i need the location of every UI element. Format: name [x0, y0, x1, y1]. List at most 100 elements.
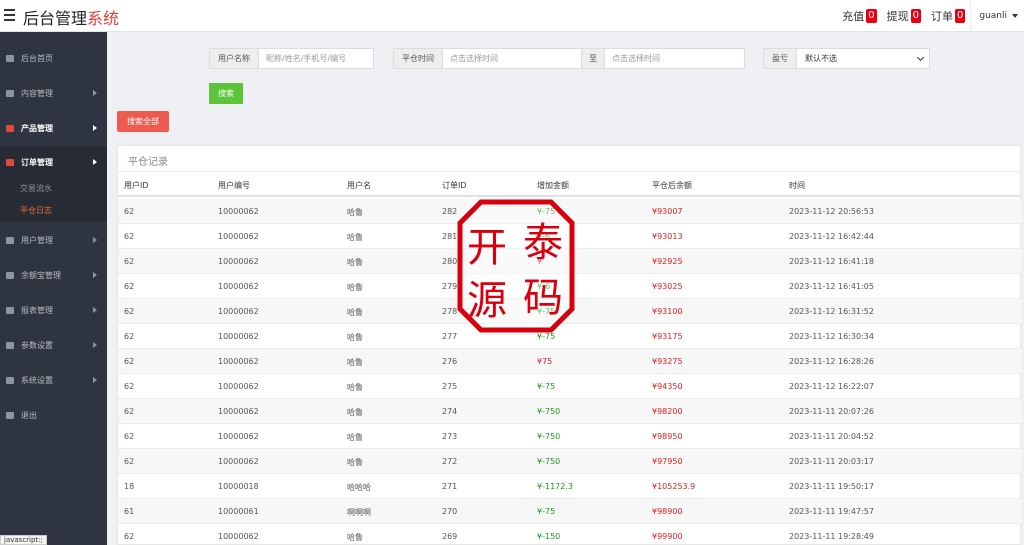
cell-user-id: 62: [124, 282, 135, 291]
sidebar-item-label: 参数设置: [21, 340, 53, 350]
cell-user-number: 10000062: [218, 332, 259, 341]
cell-balance: ¥98200: [652, 407, 683, 416]
sidebar-item-label: 系统设置: [21, 375, 53, 385]
table-row[interactable]: 62 10000062 哈鲁 274 ¥-750 ¥98200 2023-11-11 20:…: [118, 399, 1022, 424]
table-row[interactable]: 18 10000018 哈哈哈 271 ¥-1172.3 ¥105253.9 2023-11…: [118, 474, 1022, 499]
cell-username: 哈鲁: [347, 358, 363, 367]
sidebar-item-params[interactable]: 参数设置: [0, 329, 107, 361]
pnl-filter-group: 盈亏 默认不选: [763, 48, 930, 69]
cell-time: 2023-11-11 19:50:17: [789, 482, 874, 491]
chevron-right-icon: [93, 377, 97, 383]
cell-balance: ¥98950: [652, 432, 683, 441]
cell-user-id: 62: [124, 257, 135, 266]
panel-title: 平仓记录: [128, 157, 168, 168]
hamburger-menu-icon[interactable]: [4, 9, 15, 21]
cell-balance: ¥94350: [652, 382, 683, 391]
table-row[interactable]: 62 10000062 哈鲁 276 ¥75 ¥93275 2023-11-12 16:28…: [118, 349, 1022, 374]
cell-time: 2023-11-11 20:03:17: [789, 457, 874, 466]
column-header-username: 用户名: [347, 181, 371, 190]
cell-username: 啊啊啊: [347, 508, 371, 517]
cell-balance: ¥93275: [652, 357, 683, 366]
pnl-selected-value: 默认不选: [805, 54, 837, 63]
top-header: 后台管理系统 充值 0 提现 0 订单 0 guanli: [0, 0, 1024, 32]
cell-order-id: 281: [442, 232, 458, 241]
cell-user-number: 10000062: [218, 282, 259, 291]
cell-balance: ¥93100: [652, 307, 683, 316]
cell-amount: ¥-75: [537, 507, 556, 516]
search-button[interactable]: 搜索: [209, 83, 243, 104]
cell-time: 2023-11-12 16:42:44: [789, 232, 874, 241]
cell-balance: ¥93175: [652, 332, 683, 341]
table-row[interactable]: 62 10000062 哈鲁 273 ¥-750 ¥98950 2023-11-11 20:…: [118, 424, 1022, 449]
sidebar-item-label: 用户管理: [21, 235, 53, 245]
cell-order-id: 269: [442, 532, 458, 541]
bitcoin-icon: [6, 124, 14, 132]
cell-time: 2023-11-11 20:04:52: [789, 432, 874, 441]
pnl-select[interactable]: 默认不选: [797, 49, 929, 68]
table-row[interactable]: 62 10000062 哈鲁 269 ¥-150 ¥99900 2023-11-11 19:…: [118, 524, 1022, 545]
cell-balance: ¥93025: [652, 282, 683, 291]
user-search-input[interactable]: [259, 49, 371, 68]
recharge-label: 充值: [842, 10, 865, 23]
cell-time: 2023-11-12 16:31:52: [789, 307, 874, 316]
sidebar-item-reports[interactable]: 报表管理: [0, 294, 107, 326]
sidebar-item-wallet[interactable]: 余额宝管理: [0, 259, 107, 291]
cell-user-number: 10000018: [218, 482, 259, 491]
cell-user-id: 62: [124, 407, 135, 416]
submenu-item-close-log[interactable]: 平仓日志: [20, 205, 52, 216]
cell-user-number: 10000062: [218, 382, 259, 391]
cell-order-id: 280: [442, 257, 458, 266]
sidebar: 后台首页 内容管理 产品管理 订单管理 交易流水 平仓日志 用户管理 余额宝管理…: [0, 32, 107, 545]
sidebar-item-products[interactable]: 产品管理: [0, 112, 107, 144]
cell-amount: ¥-75: [537, 382, 556, 391]
user-filter-group: 用户名称: [209, 48, 374, 69]
cell-username: 哈鲁: [347, 433, 363, 442]
cell-username: 哈哈哈: [347, 483, 371, 492]
sidebar-item-dashboard[interactable]: 后台首页: [0, 42, 107, 74]
withdraw-count-badge: 0: [910, 9, 921, 23]
order-link[interactable]: 订单 0: [926, 8, 970, 24]
cell-user-id: 62: [124, 307, 135, 316]
time-end-input[interactable]: [605, 49, 735, 68]
cell-user-number: 10000062: [218, 457, 259, 466]
sidebar-item-system[interactable]: 系统设置: [0, 364, 107, 396]
params-icon: [6, 341, 14, 349]
cell-time: 2023-11-12 16:30:34: [789, 332, 874, 341]
cell-username: 哈鲁: [347, 408, 363, 417]
time-start-input[interactable]: [443, 49, 581, 68]
cell-amount: ¥-1172.3: [537, 482, 573, 491]
search-all-button[interactable]: 搜索全部: [117, 111, 169, 132]
sidebar-item-label: 内容管理: [21, 88, 53, 98]
cell-order-id: 277: [442, 332, 458, 341]
cell-time: 2023-11-12 20:56:53: [789, 207, 874, 216]
cell-balance: ¥93013: [652, 232, 683, 241]
table-row[interactable]: 62 10000062 哈鲁 275 ¥-75 ¥94350 2023-11-12 16:2…: [118, 374, 1022, 399]
cell-user-id: 62: [124, 207, 135, 216]
cell-order-id: 270: [442, 507, 458, 516]
watermark-seal-icon: 开 泰 源 码: [457, 199, 575, 333]
header-actions: 充值 0 提现 0 订单 0 guanli: [837, 0, 1024, 32]
brand-main-text: 后台管理: [23, 9, 88, 28]
cell-user-id: 62: [124, 232, 135, 241]
cell-username: 哈鲁: [347, 283, 363, 292]
cell-username: 哈鲁: [347, 308, 363, 317]
cell-username: 哈鲁: [347, 383, 363, 392]
cell-order-id: 272: [442, 457, 458, 466]
table-row[interactable]: 62 10000062 哈鲁 272 ¥-750 ¥97950 2023-11-11 20:…: [118, 449, 1022, 474]
cell-user-id: 62: [124, 532, 135, 541]
pnl-filter-label: 盈亏: [764, 49, 797, 68]
recharge-link[interactable]: 充值 0: [837, 8, 881, 24]
submenu-item-transactions[interactable]: 交易流水: [20, 183, 52, 194]
sidebar-item-content[interactable]: 内容管理: [0, 77, 107, 109]
cell-user-number: 10000062: [218, 207, 259, 216]
column-header-user-id: 用户ID: [124, 181, 149, 190]
sidebar-item-users[interactable]: 用户管理: [0, 224, 107, 256]
withdraw-link[interactable]: 提现 0: [882, 8, 926, 24]
table-row[interactable]: 61 10000061 啊啊啊 270 ¥-75 ¥98900 2023-11-11 19:…: [118, 499, 1022, 524]
user-filter-label: 用户名称: [210, 49, 259, 68]
cell-amount: ¥-750: [537, 457, 561, 466]
sidebar-item-logout[interactable]: 退出: [0, 399, 107, 431]
cell-order-id: 279: [442, 282, 458, 291]
cell-balance: ¥105253.9: [652, 482, 696, 491]
user-menu-dropdown[interactable]: guanli: [970, 0, 1024, 32]
